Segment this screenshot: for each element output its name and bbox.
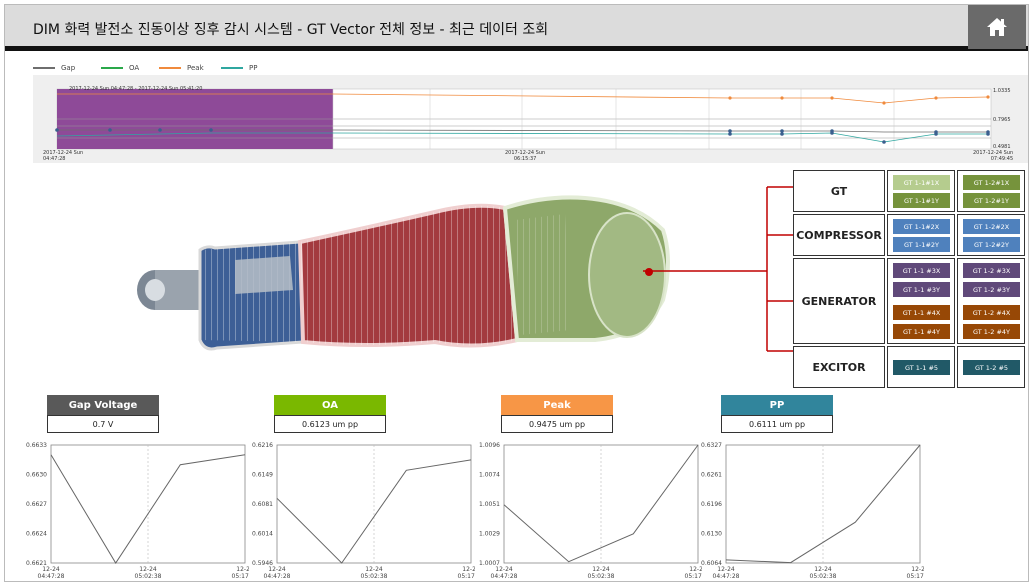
sensor-group-gt-1-2: GT 1-2#1X GT 1-2#1Y <box>957 170 1025 212</box>
x-tick-date: 12-24 <box>911 566 924 573</box>
chart-gap-voltage[interactable]: 0.66330.66300.66270.66240.662112-2404:47… <box>7 437 249 583</box>
component-excitor[interactable]: EXCITOR <box>793 346 885 388</box>
sensor-group-gen-1-2: GT 1-2 #3X GT 1-2 #3Y GT 1-2 #4X GT 1-2 … <box>957 258 1025 344</box>
x-tick-date: 12-24 <box>717 566 735 573</box>
sensor-button[interactable]: GT 1-1 #4X <box>893 305 950 320</box>
x-tick-time: 05:02:38 <box>361 573 388 580</box>
x-tick-time: 05:02:38 <box>588 573 615 580</box>
x-tick-time: 05:02:38 <box>135 573 162 580</box>
component-gt[interactable]: GT <box>793 170 885 212</box>
card-value-peak: 0.9475 um pp <box>501 415 613 433</box>
component-generator[interactable]: GENERATOR <box>793 258 885 344</box>
sensor-button[interactable]: GT 1-2 #3X <box>963 263 1020 278</box>
sensor-button[interactable]: GT 1-1 #3X <box>893 263 950 278</box>
y-tick-label: 0.6630 <box>26 472 47 479</box>
x-tick-date: 12-24 <box>42 566 60 573</box>
sensor-button[interactable]: GT 1-2 #5 <box>963 360 1020 375</box>
sensor-button[interactable]: GT 1-2#2X <box>963 219 1020 234</box>
y-tick-label: 1.0096 <box>479 442 500 449</box>
chart-peak[interactable]: 1.00961.00741.00511.00291.000712-2404:47… <box>460 437 702 583</box>
sensor-button[interactable]: GT 1-1#1Y <box>893 193 950 208</box>
x-tick-date: 12-24 <box>592 566 610 573</box>
x-tick-date: 12-24 <box>814 566 832 573</box>
y-tick-label: 0.6196 <box>701 501 722 508</box>
y-tick-label: 0.6261 <box>701 472 722 479</box>
sensor-button[interactable]: GT 1-1#1X <box>893 175 950 190</box>
sensor-button[interactable]: GT 1-2 #4X <box>963 305 1020 320</box>
sensor-group-comp-1-2: GT 1-2#2X GT 1-2#2Y <box>957 214 1025 256</box>
y-tick-label: 0.6327 <box>701 442 722 449</box>
x-tick-time: 05:02:38 <box>810 573 837 580</box>
sensor-button[interactable]: GT 1-1#2X <box>893 219 950 234</box>
y-tick-label: 0.6216 <box>252 442 273 449</box>
sensor-button[interactable]: GT 1-2#2Y <box>963 237 1020 252</box>
y-tick-label: 0.6149 <box>252 472 273 479</box>
card-value-oa: 0.6123 um pp <box>274 415 386 433</box>
sensor-group-exc-1-1: GT 1-1 #5 <box>887 346 955 388</box>
app-frame: DIM 화력 발전소 진동이상 징후 감시 시스템 - GT Vector 전체… <box>4 4 1029 582</box>
y-tick-label: 1.0074 <box>479 472 500 479</box>
card-title-gap-voltage: Gap Voltage <box>47 395 159 415</box>
x-tick-date: 12-24 <box>365 566 383 573</box>
x-tick-time: 04:47:28 <box>713 573 740 580</box>
y-tick-label: 0.6081 <box>252 501 273 508</box>
sensor-button[interactable]: GT 1-2 #3Y <box>963 282 1020 297</box>
y-tick-label: 0.6014 <box>252 531 273 538</box>
x-tick-date: 12-24 <box>268 566 286 573</box>
x-tick-time: 04:47:28 <box>491 573 518 580</box>
sensor-group-gt-1-1: GT 1-1#1X GT 1-1#1Y <box>887 170 955 212</box>
sensor-group-comp-1-1: GT 1-1#2X GT 1-1#2Y <box>887 214 955 256</box>
card-title-pp: PP <box>721 395 833 415</box>
component-compressor[interactable]: COMPRESSOR <box>793 214 885 256</box>
x-tick-date: 12-24 <box>495 566 513 573</box>
x-tick-time: 05:17:48 <box>907 573 924 580</box>
sensor-button[interactable]: GT 1-2 #4Y <box>963 324 1020 339</box>
sensor-button[interactable]: GT 1-1 #3Y <box>893 282 950 297</box>
sensor-button[interactable]: GT 1-2#1Y <box>963 193 1020 208</box>
sensor-button[interactable]: GT 1-1 #5 <box>893 360 950 375</box>
sensor-group-gen-1-1: GT 1-1 #3X GT 1-1 #3Y GT 1-1 #4X GT 1-1 … <box>887 258 955 344</box>
card-title-peak: Peak <box>501 395 613 415</box>
chart-oa[interactable]: 0.62160.61490.60810.60140.594612-2404:47… <box>233 437 475 583</box>
sensor-button[interactable]: GT 1-2#1X <box>963 175 1020 190</box>
x-tick-time: 04:47:28 <box>264 573 291 580</box>
y-tick-label: 1.0051 <box>479 501 500 508</box>
chart-pp[interactable]: 0.63270.62610.61960.61300.606412-2404:47… <box>682 437 924 583</box>
card-value-gap-voltage: 0.7 V <box>47 415 159 433</box>
y-tick-label: 0.6633 <box>26 442 47 449</box>
sensor-group-exc-1-2: GT 1-2 #5 <box>957 346 1025 388</box>
y-tick-label: 1.0029 <box>479 531 500 538</box>
card-title-oa: OA <box>274 395 386 415</box>
y-tick-label: 0.6624 <box>26 531 47 538</box>
x-tick-date: 12-24 <box>139 566 157 573</box>
x-tick-time: 04:47:28 <box>38 573 65 580</box>
sensor-button[interactable]: GT 1-1 #4Y <box>893 324 950 339</box>
sensor-button[interactable]: GT 1-1#2Y <box>893 237 950 252</box>
card-value-pp: 0.6111 um pp <box>721 415 833 433</box>
y-tick-label: 0.6130 <box>701 531 722 538</box>
y-tick-label: 0.6627 <box>26 501 47 508</box>
